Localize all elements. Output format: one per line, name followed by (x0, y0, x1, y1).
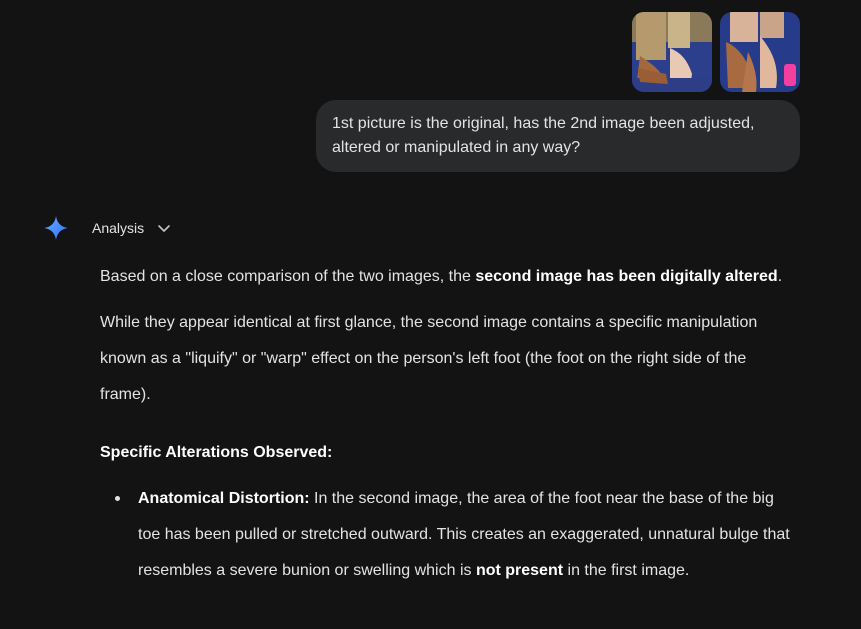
photo-thumbnail-icon (632, 12, 712, 92)
assistant-header: Analysis (42, 212, 172, 244)
attachments (632, 12, 800, 92)
alterations-list: Anatomical Distortion: In the second ima… (100, 481, 790, 589)
chevron-down-icon (158, 225, 170, 232)
emphasis-text: not present (475, 562, 564, 579)
paragraph-text: Based on a close comparison of the two i… (100, 268, 476, 285)
user-message-bubble: 1st picture is the original, has the 2nd… (316, 100, 800, 172)
list-item: Anatomical Distortion: In the second ima… (100, 481, 790, 589)
list-item-text: in the first image. (563, 562, 690, 579)
attachment-thumbnail-2[interactable] (720, 12, 800, 92)
response-paragraph-1: Based on a close comparison of the two i… (100, 259, 790, 295)
paragraph-text: . (777, 268, 783, 285)
photo-thumbnail-icon (720, 12, 800, 92)
emphasis-text: second image has been digitally altered (475, 268, 778, 285)
list-item-title: Anatomical Distortion: (138, 490, 310, 507)
bullet-dot (115, 496, 120, 501)
assistant-response: Based on a close comparison of the two i… (100, 259, 790, 589)
gemini-spark-icon (44, 216, 68, 240)
response-paragraph-2: While they appear identical at first gla… (100, 314, 758, 403)
analysis-toggle-button[interactable]: Analysis (92, 220, 172, 236)
user-message-text: 1st picture is the original, has the 2nd… (332, 115, 755, 156)
chat-page: 1st picture is the original, has the 2nd… (0, 0, 861, 629)
attachment-thumbnail-1[interactable] (632, 12, 712, 92)
analysis-label: Analysis (92, 220, 145, 236)
section-heading: Specific Alterations Observed: (100, 444, 333, 461)
